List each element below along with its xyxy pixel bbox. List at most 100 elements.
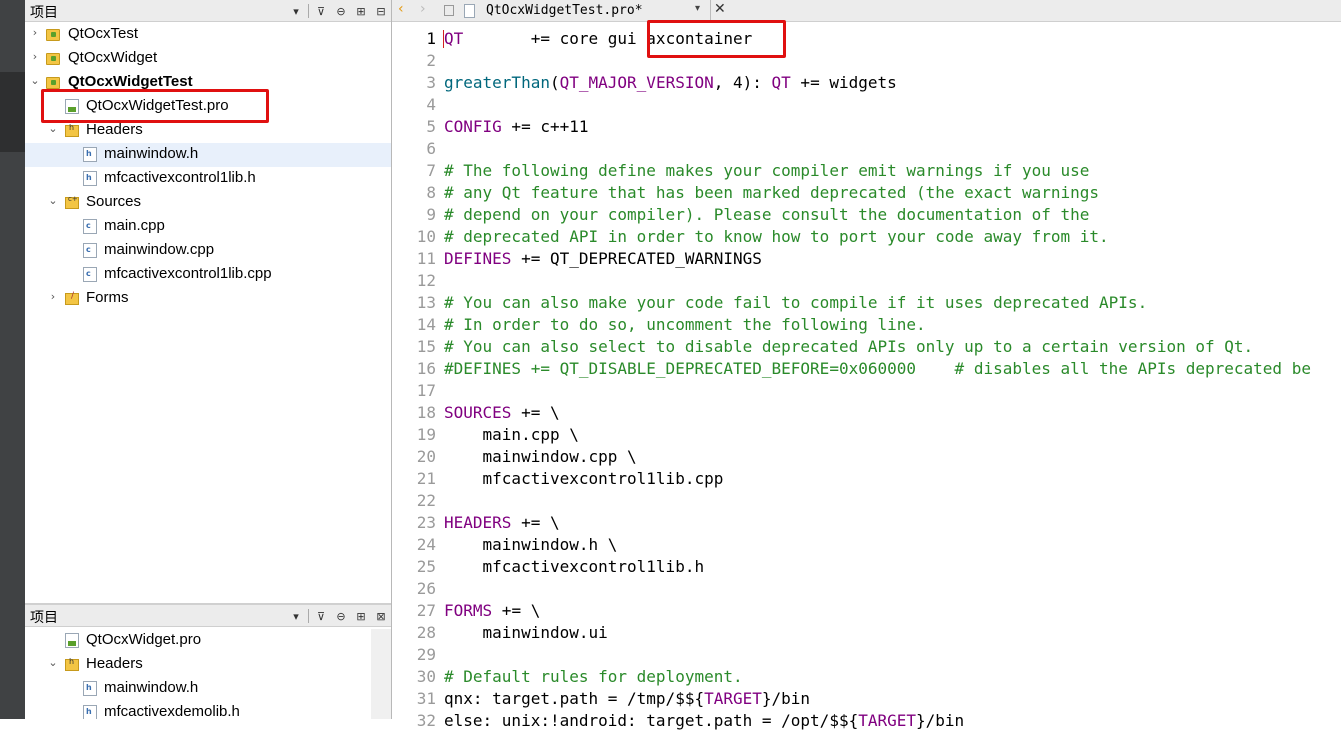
chevron-right-icon[interactable]: › [29, 26, 41, 39]
tree-item-label: Headers [86, 121, 143, 138]
tree-item-mainwindow-h[interactable]: mainwindow.h [25, 143, 391, 167]
code-line-18[interactable]: SOURCES += \ [444, 403, 560, 422]
chevron-down-icon[interactable]: ▾ [695, 3, 700, 14]
code-token: HEADERS [444, 513, 512, 532]
line-number: 8 [426, 183, 436, 202]
line-number: 17 [416, 381, 436, 400]
tree-item-mfc-cpp[interactable]: mfcactivexcontrol1lib.cpp [25, 263, 391, 287]
tree-item-qtocxwidget[interactable]: › QtOcxWidget [25, 47, 391, 71]
dropdown-icon[interactable]: ▾ [286, 5, 306, 18]
chevron-down-icon[interactable]: ⌄ [29, 74, 41, 87]
header-file-icon [83, 705, 97, 719]
cpp-file-icon [83, 243, 97, 258]
line-number: 27 [416, 601, 436, 620]
code-line-27[interactable]: FORMS += \ [444, 601, 540, 620]
code-line-3[interactable]: greaterThan(QT_MAJOR_VERSION, 4): QT += … [444, 73, 897, 92]
tree-item-mfc-h[interactable]: mfcactivexcontrol1lib.h [25, 167, 391, 191]
code-line-14[interactable]: # In order to do so, uncomment the follo… [444, 315, 926, 334]
code-token: += widgets [790, 73, 897, 92]
chevron-down-icon[interactable]: ⌄ [47, 656, 59, 669]
divider [308, 4, 309, 18]
code-line-5[interactable]: CONFIG += c++11 [444, 117, 589, 136]
divider [710, 0, 711, 22]
divider [308, 609, 309, 623]
tree-item-mainwindow-h[interactable]: mainwindow.h [25, 677, 391, 701]
tree-item-sources[interactable]: ⌄ Sources [25, 191, 391, 215]
code-token: += \ [492, 601, 541, 620]
line-number: 30 [416, 667, 436, 686]
tree-item-label: QtOcxWidget.pro [86, 631, 202, 648]
chevron-down-icon[interactable]: ⌄ [47, 122, 59, 135]
close-pane-icon[interactable]: ⊠ [371, 610, 391, 623]
chevron-down-icon[interactable]: ⌄ [47, 194, 59, 207]
tree-item-label: mfcactivexcontrol1lib.h [104, 169, 256, 186]
tree-item-qtocxwidget-pro[interactable]: QtOcxWidget.pro [25, 629, 391, 653]
code-token: SOURCES [444, 403, 512, 422]
line-number: 23 [416, 513, 436, 532]
forward-arrow-icon[interactable]: › [420, 1, 426, 17]
code-token: ( [549, 73, 560, 92]
code-line-11[interactable]: DEFINES += QT_DEPRECATED_WARNINGS [444, 249, 762, 268]
mode-sidebar [0, 0, 25, 719]
code-line-7[interactable]: # The following define makes your compil… [444, 161, 1089, 180]
back-arrow-icon[interactable]: ‹ [398, 1, 404, 17]
code-line-19[interactable]: main.cpp \ [444, 425, 579, 444]
link-icon[interactable]: ⊖ [331, 5, 351, 18]
tree-item-forms[interactable]: › Forms [25, 287, 391, 311]
code-line-21[interactable]: mfcactivexcontrol1lib.cpp [444, 469, 724, 488]
line-number: 15 [416, 337, 436, 356]
tree-item-label: mfcactivexcontrol1lib.cpp [104, 265, 272, 282]
tree-item-mainwindow-cpp[interactable]: mainwindow.cpp [25, 239, 391, 263]
code-token: }/bin [761, 689, 811, 708]
lock-icon[interactable] [444, 5, 454, 16]
project-folder-icon [46, 53, 60, 65]
filter-icon[interactable]: ⊽ [311, 5, 331, 18]
tree-item-qtocxtest[interactable]: › QtOcxTest [25, 23, 391, 47]
filter-icon[interactable]: ⊽ [311, 610, 331, 623]
code-token: qnx: target.path = /tmp/$${ [444, 689, 705, 708]
line-number: 2 [426, 51, 436, 70]
code-line-8[interactable]: # any Qt feature that has been marked de… [444, 183, 1099, 202]
tree-item-label: Headers [86, 655, 143, 672]
code-line-13[interactable]: # You can also make your code fail to co… [444, 293, 1147, 312]
code-token: CONFIG [444, 117, 502, 136]
close-pane-icon[interactable]: ⊟ [371, 5, 391, 18]
tree-item-headers[interactable]: ⌄ Headers [25, 653, 391, 677]
link-icon[interactable]: ⊖ [331, 610, 351, 623]
split-icon[interactable]: ⊞ [351, 610, 371, 623]
tree-item-label: mfcactivexdemolib.h [104, 703, 240, 719]
chevron-right-icon[interactable]: › [47, 290, 59, 303]
line-number: 6 [426, 139, 436, 158]
code-line-16[interactable]: #DEFINES += QT_DISABLE_DEPRECATED_BEFORE… [444, 359, 1311, 378]
line-number: 14 [416, 315, 436, 334]
code-line-10[interactable]: # deprecated API in order to know how to… [444, 227, 1109, 246]
code-token: += core gui [463, 29, 647, 48]
code-token: QT_MAJOR_VERSION [559, 73, 714, 92]
forms-folder-icon [65, 291, 79, 305]
code-line-24[interactable]: mainwindow.h \ [444, 535, 618, 554]
close-icon[interactable]: ✕ [714, 1, 726, 17]
dropdown-icon[interactable]: ▾ [286, 610, 306, 623]
code-line-9[interactable]: # depend on your compiler). Please consu… [444, 205, 1089, 224]
code-line-23[interactable]: HEADERS += \ [444, 513, 560, 532]
code-line-20[interactable]: mainwindow.cpp \ [444, 447, 637, 466]
code-line-15[interactable]: # You can also select to disable depreca… [444, 337, 1253, 356]
header-file-icon [83, 147, 97, 162]
split-icon[interactable]: ⊞ [351, 5, 371, 18]
pro-file-icon [65, 633, 79, 648]
open-file-name[interactable]: QtOcxWidgetTest.pro* [486, 3, 643, 18]
header-file-icon [83, 171, 97, 186]
cpp-file-icon [83, 267, 97, 282]
code-line-30[interactable]: # Default rules for deployment. [444, 667, 743, 686]
scrollbar[interactable] [371, 629, 391, 719]
code-token: += c++11 [501, 117, 589, 136]
tree-item-mfcactivexdemolib-h[interactable]: mfcactivexdemolib.h [25, 701, 391, 719]
code-line-32[interactable]: else: unix:!android: target.path = /opt/… [444, 711, 964, 730]
chevron-right-icon[interactable]: › [29, 50, 41, 63]
tree-item-main-cpp[interactable]: main.cpp [25, 215, 391, 239]
line-number: 13 [416, 293, 436, 312]
code-line-25[interactable]: mfcactivexcontrol1lib.h [444, 557, 705, 576]
code-line-31[interactable]: qnx: target.path = /tmp/$${TARGET}/bin [444, 689, 810, 708]
code-token: # disables all the APIs deprecated be [916, 359, 1311, 378]
code-line-28[interactable]: mainwindow.ui [444, 623, 608, 642]
